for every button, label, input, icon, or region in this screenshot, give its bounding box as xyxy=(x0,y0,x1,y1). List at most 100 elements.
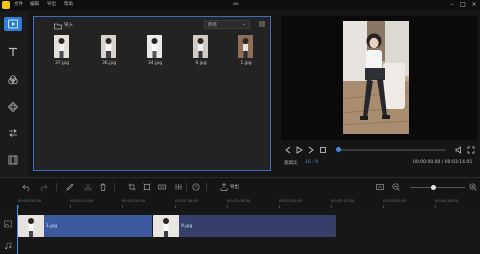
filters-tab-button[interactable] xyxy=(4,73,22,87)
media-filename: 9.jpg xyxy=(195,61,207,66)
export-button-label[interactable]: 导出 xyxy=(230,184,239,190)
export-icon[interactable] xyxy=(220,183,228,191)
panel-divider xyxy=(0,177,480,178)
tool-strip xyxy=(0,11,28,177)
fullscreen-icon[interactable] xyxy=(467,146,475,154)
menu-export[interactable]: 导出 xyxy=(47,2,56,7)
zoom-in-icon[interactable] xyxy=(469,183,477,191)
import-label: 导入 xyxy=(64,23,73,28)
music-track-icon xyxy=(5,242,12,250)
ruler-tick xyxy=(279,205,280,208)
media-thumbnail xyxy=(101,35,116,58)
media-filter-value: 所有 xyxy=(208,23,217,28)
timeline-ruler[interactable]: 00:00:00.00 00:00:12.00 00:01:04.00 00:0… xyxy=(0,196,480,210)
ruler-tick xyxy=(227,205,228,208)
close-icon[interactable]: × xyxy=(470,1,478,9)
panel-menu-icon[interactable] xyxy=(258,20,266,28)
ruler-tick-label: 00:03:44.00 xyxy=(383,198,407,203)
toolbar-separator xyxy=(186,183,187,191)
zoom-out-icon[interactable] xyxy=(392,183,400,191)
import-folder-icon xyxy=(54,23,62,30)
resize-icon[interactable] xyxy=(143,183,151,191)
redo-icon[interactable] xyxy=(40,183,48,191)
timeline-clip[interactable]: 9.jpg xyxy=(153,215,336,237)
timeline-clip[interactable]: 1.jpg xyxy=(18,215,152,237)
ruler-tick-label: 00:01:36.00 xyxy=(175,198,199,203)
clip-label: 1.jpg xyxy=(46,224,58,229)
preview-frame-image xyxy=(343,21,409,134)
ruler-tick xyxy=(175,205,176,208)
clip-label: 9.jpg xyxy=(181,224,193,229)
menu-help[interactable]: 帮助 xyxy=(64,2,73,7)
duration-clock-icon[interactable] xyxy=(192,183,200,191)
elements-tab-button[interactable] xyxy=(4,153,22,167)
volume-icon[interactable] xyxy=(455,146,463,154)
ruler-tick-label: 00:02:40.00 xyxy=(279,198,303,203)
playback-controls: 宽高比 16 : 9 00:00:00.00 / 00:03:14.05 xyxy=(281,145,477,171)
fit-screen-icon[interactable] xyxy=(158,183,166,191)
app-logo-icon xyxy=(2,1,10,9)
media-filename: 34.jpg xyxy=(147,61,163,66)
next-frame-icon[interactable] xyxy=(307,146,315,154)
video-track-header xyxy=(0,215,16,233)
ruler-tick-label: 00:04:16.00 xyxy=(435,198,459,203)
media-filter-select[interactable]: 所有 ⌄ xyxy=(204,20,250,29)
zoom-slider-handle[interactable] xyxy=(430,185,436,190)
aspect-ratio-label: 宽高比 xyxy=(284,161,298,166)
filter-circles-icon xyxy=(8,75,18,85)
fit-timeline-icon[interactable] xyxy=(376,183,384,191)
overlays-tab-button[interactable] xyxy=(4,100,22,114)
toolbar-separator xyxy=(206,183,207,191)
ruler-tick xyxy=(18,205,19,208)
mosaic-icon[interactable] xyxy=(175,183,183,191)
stop-icon[interactable] xyxy=(319,146,327,154)
ruler-tick-label: 00:01:04.00 xyxy=(122,198,146,203)
transitions-tab-button[interactable] xyxy=(4,126,22,140)
film-icon xyxy=(8,155,18,165)
import-button[interactable]: 导入 xyxy=(54,21,82,30)
ruler-tick-label: 00:00:00.00 xyxy=(18,198,42,203)
ruler-tick-label: 00:02:08.00 xyxy=(227,198,251,203)
crop-icon[interactable] xyxy=(128,183,136,191)
menu-edit[interactable]: 编辑 xyxy=(30,2,39,7)
undo-icon[interactable] xyxy=(22,183,30,191)
minimize-icon[interactable]: – xyxy=(448,1,456,9)
playback-timecode: 00:00:00.00 / 00:03:14.05 xyxy=(413,160,473,165)
media-thumbnail xyxy=(193,35,208,58)
media-filename: 36.jpg xyxy=(101,61,117,66)
timeline-playhead[interactable] xyxy=(17,205,18,254)
ruler-tick xyxy=(122,205,123,208)
transition-arrows-icon xyxy=(9,129,17,137)
maximize-icon[interactable]: □ xyxy=(459,1,467,9)
image-track-icon xyxy=(4,220,12,228)
toolbar-separator xyxy=(56,183,57,191)
delete-trash-icon[interactable] xyxy=(99,183,107,191)
media-item[interactable]: 37.jpg xyxy=(52,35,72,71)
text-tab-button[interactable] xyxy=(4,45,22,59)
media-library-panel: 导入 所有 ⌄ 37.jpg 36.jpg 34.jpg 9.jpg 1.jpg xyxy=(33,16,271,171)
zoom-slider-track[interactable] xyxy=(410,187,465,188)
ruler-tick-label: 00:00:12.00 xyxy=(70,198,94,203)
play-icon[interactable] xyxy=(295,146,303,154)
media-thumbnail xyxy=(54,35,69,58)
media-item[interactable]: 34.jpg xyxy=(145,35,165,71)
timeline-toolbar: 导出 xyxy=(0,180,480,194)
seek-bar[interactable] xyxy=(336,149,446,151)
media-tab-button[interactable] xyxy=(4,17,22,31)
previous-frame-icon[interactable] xyxy=(284,146,292,154)
media-item[interactable]: 9.jpg xyxy=(191,35,211,71)
media-item[interactable]: 36.jpg xyxy=(99,35,119,71)
preview-viewport xyxy=(281,16,477,140)
seek-handle[interactable] xyxy=(335,147,341,152)
overlay-diamond-icon xyxy=(8,102,18,112)
ruler-tick xyxy=(70,205,71,208)
aspect-ratio-value[interactable]: 16 : 9 xyxy=(305,160,318,165)
text-icon xyxy=(9,47,17,56)
ruler-tick xyxy=(331,205,332,208)
edit-pencil-icon[interactable] xyxy=(66,183,74,191)
clip-thumbnail xyxy=(18,215,44,237)
media-item[interactable]: 1.jpg xyxy=(236,35,256,71)
menu-file[interactable]: 文件 xyxy=(14,2,23,7)
media-thumbnail xyxy=(147,35,162,58)
split-scissors-icon[interactable] xyxy=(84,183,92,191)
